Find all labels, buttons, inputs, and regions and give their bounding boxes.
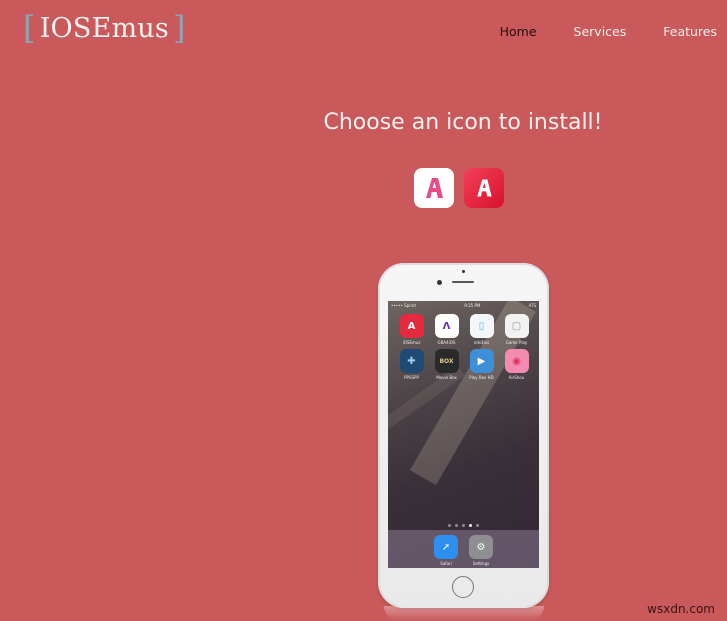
dock-app-label: Safari <box>440 561 452 566</box>
phone-app-label: nds4ios <box>473 340 490 345</box>
logo-text: IOSEmus <box>39 12 169 44</box>
phone-reflection <box>384 606 544 621</box>
dock-app[interactable]: ⚙ Settings <box>469 535 493 568</box>
dock-app-label: Settings <box>472 561 490 566</box>
phone-app-label: Play Box HD <box>469 375 494 380</box>
page-indicator <box>388 524 539 527</box>
logo-bracket-close: ] <box>172 9 186 47</box>
phone-app[interactable]: ✚ PPSSPP <box>394 349 429 380</box>
home-button[interactable] <box>452 576 474 598</box>
phone-app-label: iOSEmus <box>402 340 421 345</box>
phone-sensor <box>462 270 465 273</box>
phone-app-icon: ▶ <box>469 349 494 373</box>
app-grid: AiOSEmus Λ GBA4iOS ▯ nds4ios ▢ Game Play ✚ PPSSP… <box>394 314 534 380</box>
phone-status-bar: ••••• Sprint 9:35 PM ATS <box>388 301 539 310</box>
page-dot <box>462 524 465 527</box>
phone-app-icon: A <box>399 314 424 338</box>
phone-app[interactable]: ▶ Play Box HD <box>464 349 499 380</box>
choice-white-icon-button[interactable] <box>414 168 454 208</box>
phone-screen: ••••• Sprint 9:35 PM ATS AiOSEmus Λ GBA4iO… <box>388 301 539 568</box>
carrier-label: ••••• Sprint <box>391 303 417 308</box>
phone-app[interactable]: ▯ nds4ios <box>464 314 499 345</box>
site-logo[interactable]: [ IOSEmus ] <box>19 12 190 44</box>
safari-icon: ➚ <box>434 535 458 559</box>
phone-app-icon: ▯ <box>469 314 494 338</box>
nav-services[interactable]: Services <box>574 24 627 39</box>
phone-app[interactable]: ▢ Game Play <box>499 314 534 345</box>
battery-label: ATS <box>528 303 536 308</box>
nav-home[interactable]: Home <box>500 24 537 39</box>
page-dot <box>455 524 458 527</box>
phone-app-label: AirShou <box>508 375 525 380</box>
page-dot <box>476 524 479 527</box>
phone-app[interactable]: AiOSEmus <box>394 314 429 345</box>
phone-app-icon: BOX <box>434 349 459 373</box>
phone-app-icon: ◉ <box>504 349 529 373</box>
icon-choices <box>414 168 504 208</box>
page-headline: Choose an icon to install! <box>323 110 603 135</box>
phone-app-label: Movie Box <box>436 375 457 380</box>
logo-bracket-open: [ <box>23 9 36 47</box>
watermark: wsxdn.com <box>647 602 715 616</box>
phone-app-label: Game Play <box>505 340 528 345</box>
choice-red-icon-button[interactable] <box>464 168 504 208</box>
time-label: 9:35 PM <box>464 303 481 308</box>
app-a-pink-icon <box>426 178 443 198</box>
phone-speaker <box>452 281 474 283</box>
phone-app-label: PPSSPP <box>404 375 419 380</box>
phone-app-icon: Λ <box>434 314 459 338</box>
settings-icon: ⚙ <box>469 535 493 559</box>
dock-app[interactable]: ➚ Safari <box>434 535 458 568</box>
main-nav: Home Services Features <box>463 24 727 39</box>
page-dot <box>469 524 472 527</box>
phone-app-label: GBA4iOS <box>437 340 456 345</box>
phone-app[interactable]: ◉ AirShou <box>499 349 534 380</box>
app-a-white-icon <box>477 179 492 197</box>
iphone-mockup: ••••• Sprint 9:35 PM ATS AiOSEmus Λ GBA4iO… <box>378 263 549 608</box>
phone-app[interactable]: BOX Movie Box <box>429 349 464 380</box>
phone-app[interactable]: Λ GBA4iOS <box>429 314 464 345</box>
nav-features[interactable]: Features <box>663 24 717 39</box>
phone-app-icon: ▢ <box>504 314 529 338</box>
phone-camera <box>437 280 442 285</box>
page-dot <box>448 524 451 527</box>
phone-app-icon: ✚ <box>399 349 424 373</box>
phone-dock: ➚ Safari ⚙ Settings <box>388 530 539 568</box>
